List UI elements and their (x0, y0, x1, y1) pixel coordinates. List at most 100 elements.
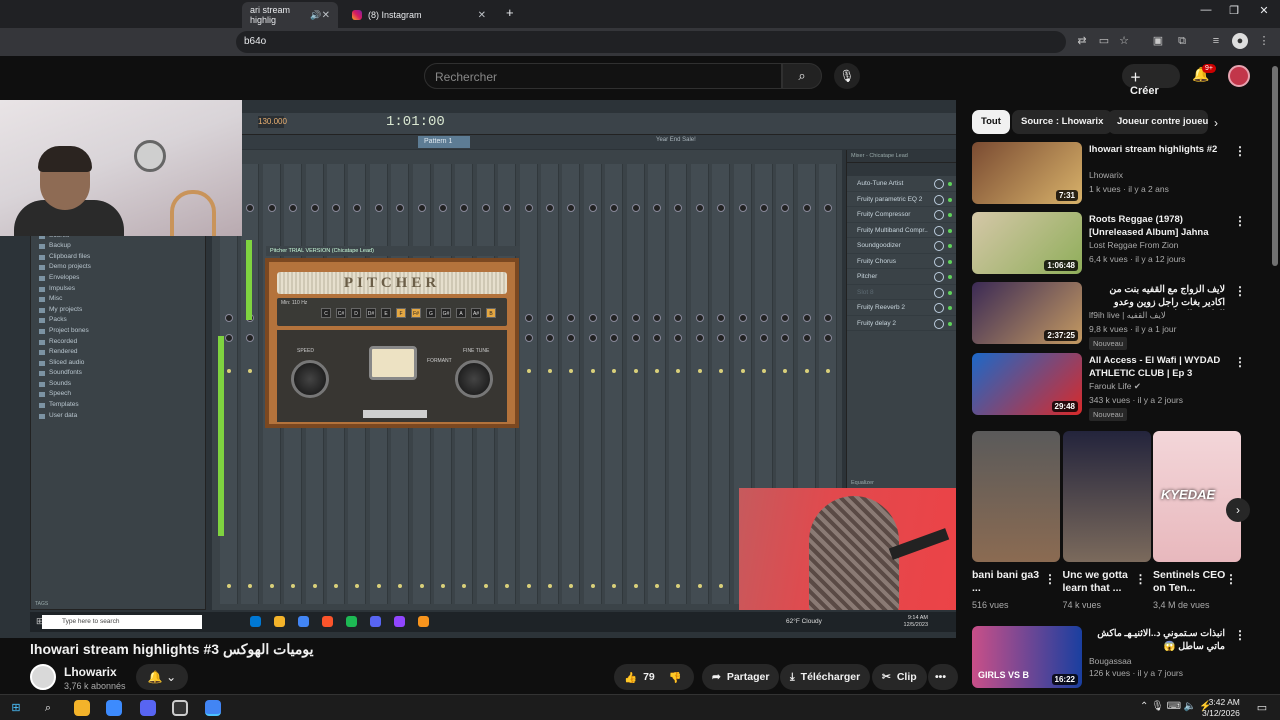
profile-icon[interactable]: ● (1232, 33, 1248, 49)
pan-knob[interactable] (674, 334, 683, 342)
pan-knob[interactable] (567, 334, 576, 342)
close-tab-icon[interactable]: ✕ (478, 10, 486, 21)
pan-knob[interactable] (674, 204, 683, 212)
video-title[interactable]: لايف الزواج مع القفيه بنت من اكادير بغات… (1089, 284, 1225, 310)
short-thumbnail[interactable] (1062, 431, 1151, 562)
mixer-strip[interactable] (605, 164, 624, 604)
slot-enabled-led[interactable] (948, 228, 952, 233)
slot-enabled-led[interactable] (948, 306, 952, 310)
effect-slot[interactable]: Fruity delay 2 (847, 316, 956, 331)
slot-mix-knob[interactable] (934, 256, 944, 267)
slot-enabled-led[interactable] (948, 321, 952, 326)
pan-knob[interactable] (503, 204, 512, 212)
pan-knob[interactable] (717, 334, 726, 342)
video-title[interactable]: انبذات سـتموني د..الاثنيـهـ ماكش ماتي سا… (1089, 628, 1225, 653)
browser-item[interactable]: Speech (37, 389, 199, 400)
pan-knob[interactable] (738, 314, 747, 322)
pan-knob[interactable] (760, 334, 768, 342)
browser-item[interactable]: Templates (37, 400, 199, 411)
slot-mix-knob[interactable] (934, 194, 944, 205)
pan-knob[interactable] (524, 314, 533, 322)
create-button[interactable]: ＋ Créer (1122, 64, 1180, 97)
effect-slot[interactable]: Fruity Multiband Compr.. (847, 223, 956, 238)
pan-knob[interactable] (460, 204, 469, 212)
mixer-strip[interactable] (648, 164, 666, 604)
pan-knob[interactable] (353, 204, 362, 212)
pan-knob[interactable] (695, 204, 704, 212)
browser-item[interactable]: Project bones (37, 326, 199, 337)
account-avatar[interactable] (1228, 65, 1250, 87)
more-options-icon[interactable]: ⋮ (1135, 572, 1147, 586)
effect-slot[interactable]: Auto-Tune Artist (847, 176, 956, 192)
search-icon[interactable]: ⌕ (782, 63, 822, 89)
pan-knob[interactable] (653, 204, 661, 212)
pan-knob[interactable] (824, 314, 833, 322)
reading-list-icon[interactable]: ≡ (1208, 33, 1224, 49)
menu-icon[interactable]: ⋮ (1256, 33, 1272, 49)
pan-knob[interactable] (781, 314, 790, 322)
pan-knob[interactable] (246, 334, 255, 342)
new-tab-button[interactable]: + (506, 5, 514, 20)
search-input[interactable]: Rechercher (424, 63, 782, 89)
slot-enabled-led[interactable] (948, 259, 952, 264)
pan-knob[interactable] (695, 334, 704, 342)
minimize-button[interactable]: — (1194, 4, 1218, 16)
more-options-icon[interactable]: ⋮ (1234, 284, 1246, 298)
browser-item[interactable]: Sliced audio (37, 358, 199, 369)
like-icon[interactable]: 👍 (624, 671, 637, 684)
puzzle-icon[interactable]: ⧉ (1174, 33, 1190, 49)
tab-instagram[interactable]: (8) Instagram ✕ (344, 2, 494, 28)
search-icon[interactable]: ⌕ (40, 700, 56, 716)
chip-pvp[interactable]: Joueur contre joueur (1108, 110, 1208, 134)
pan-knob[interactable] (738, 334, 747, 342)
pan-knob[interactable] (567, 314, 576, 322)
store-icon[interactable] (106, 700, 122, 716)
pan-knob[interactable] (631, 314, 640, 322)
pan-knob[interactable] (824, 204, 833, 212)
browser-item[interactable]: Sounds (37, 379, 199, 390)
recommendation-item[interactable]: 29:48 All Access - El Wafi | WYDAD ATHLET… (972, 353, 1246, 421)
like-count[interactable]: 79 (643, 671, 655, 683)
subscription-bell-button[interactable]: 🔔 ⌄ (136, 664, 188, 690)
recommendation-item[interactable]: 7:31 lhowari stream highlights #2 Lhowarix… (972, 142, 1246, 206)
slot-mix-knob[interactable] (934, 225, 944, 236)
pan-knob[interactable] (588, 334, 597, 342)
pan-knob[interactable] (610, 334, 619, 342)
mixer-strip[interactable] (626, 164, 645, 604)
pan-knob[interactable] (246, 204, 255, 212)
slot-mix-knob[interactable] (934, 241, 944, 251)
start-icon[interactable]: ⊞ (8, 700, 24, 716)
extension-icon[interactable]: ▣ (1150, 33, 1166, 49)
share-button[interactable]: ➦ Partager (702, 664, 780, 690)
pan-knob[interactable] (610, 314, 619, 322)
pan-knob[interactable] (653, 334, 661, 342)
mixer-strip[interactable] (583, 164, 602, 604)
pan-knob[interactable] (310, 204, 319, 212)
slot-mix-knob[interactable] (934, 179, 944, 189)
pan-knob[interactable] (610, 204, 619, 212)
slot-mix-knob[interactable] (934, 272, 944, 282)
pan-knob[interactable] (717, 314, 726, 322)
mixer-strip[interactable] (562, 164, 581, 604)
browser-item[interactable]: Rendered (37, 347, 199, 358)
chrome-icon[interactable] (205, 700, 221, 716)
pan-knob[interactable] (717, 204, 726, 212)
browser-item[interactable]: Misc (37, 294, 199, 305)
pan-knob[interactable] (481, 204, 490, 212)
pan-knob[interactable] (631, 334, 640, 342)
chip-all[interactable]: Tout (972, 110, 1010, 134)
effect-slot[interactable]: Fruity Reeverb 2 (847, 300, 956, 316)
slot-mix-knob[interactable] (934, 318, 944, 329)
video-title[interactable]: All Access - El Wafi | WYDAD ATHLETIC CL… (1089, 355, 1225, 380)
pan-knob[interactable] (760, 314, 768, 322)
pan-knob[interactable] (802, 204, 811, 212)
video-title[interactable]: Roots Reggae (1978) [Unreleased Album] J… (1089, 214, 1225, 240)
short-thumbnail[interactable] (972, 431, 1060, 562)
mixer-strip[interactable] (541, 164, 559, 604)
slot-mix-knob[interactable] (934, 287, 944, 298)
pan-knob[interactable] (524, 204, 533, 212)
pan-knob[interactable] (695, 314, 704, 322)
slot-enabled-led[interactable] (948, 275, 952, 279)
browser-item[interactable]: Envelopes (37, 273, 199, 284)
video-thumbnail[interactable]: GIRLS VS B 16:22 (972, 626, 1082, 688)
